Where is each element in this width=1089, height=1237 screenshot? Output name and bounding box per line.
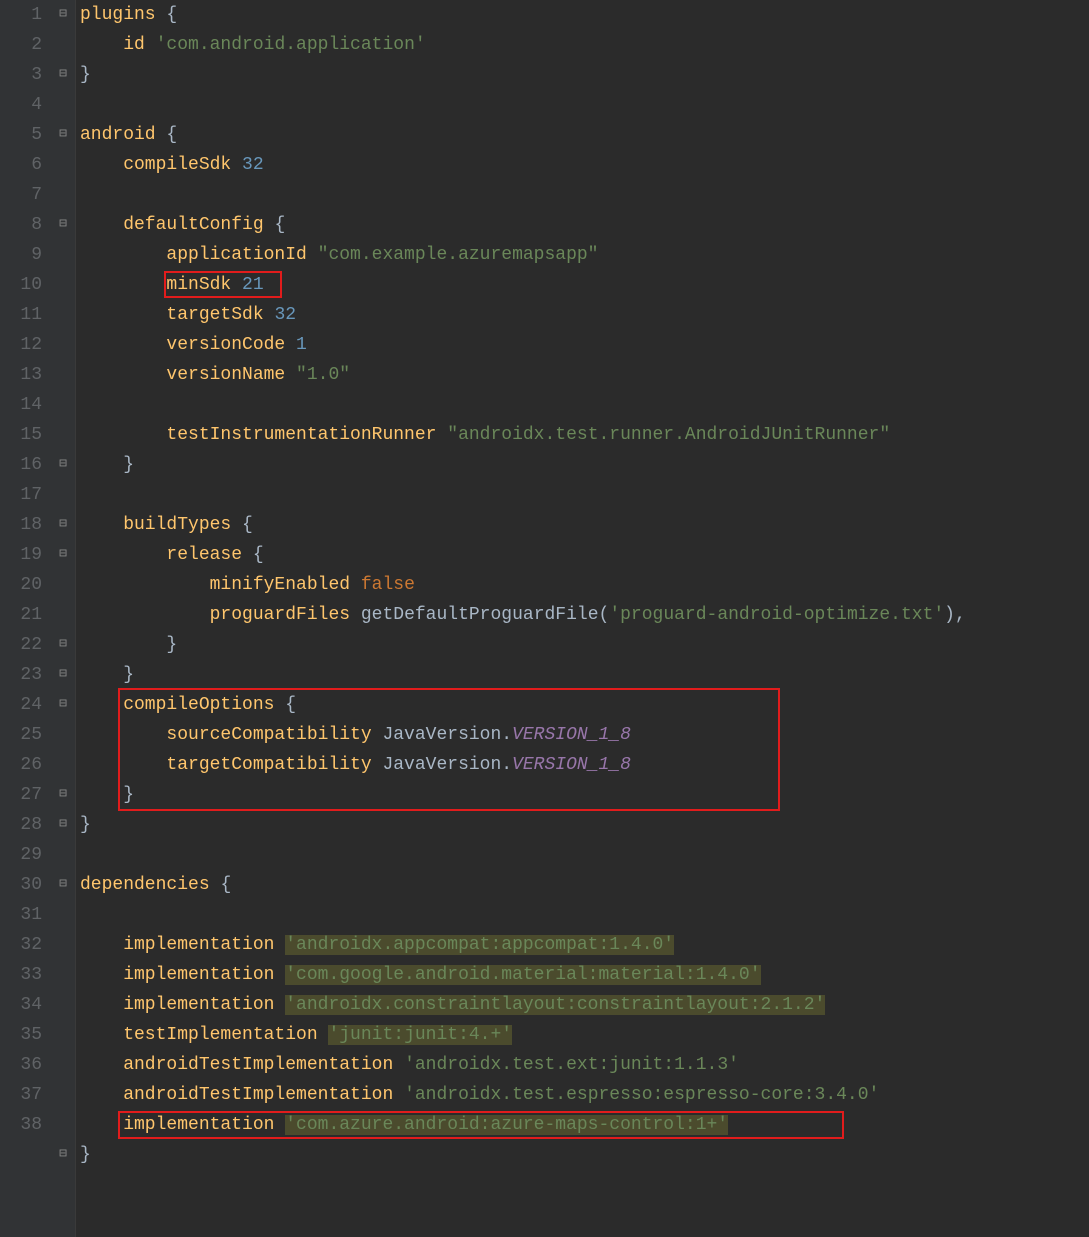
code-line[interactable]: testInstrumentationRunner "androidx.test… bbox=[80, 420, 1089, 450]
line-number: 23 bbox=[0, 660, 42, 690]
line-number: 22 bbox=[0, 630, 42, 660]
line-number: 11 bbox=[0, 300, 42, 330]
fold-gutter: ⊟ ⊟ ⊟ ⊟ ⊟ ⊟ ⊟ ⊟ ⊟ ⊟ ⊟ ⊟ ⊟ ⊟ bbox=[52, 0, 76, 1237]
fold-close-icon[interactable]: ⊟ bbox=[56, 668, 70, 682]
code-line[interactable]: } bbox=[80, 780, 1089, 810]
line-number: 10 bbox=[0, 270, 42, 300]
code-line[interactable]: } bbox=[80, 60, 1089, 90]
code-line[interactable]: release { bbox=[80, 540, 1089, 570]
code-line[interactable]: versionCode 1 bbox=[80, 330, 1089, 360]
fold-open-icon[interactable]: ⊟ bbox=[56, 8, 70, 22]
line-number: 5 bbox=[0, 120, 42, 150]
fold-close-icon[interactable]: ⊟ bbox=[56, 68, 70, 82]
code-line[interactable]: dependencies { bbox=[80, 870, 1089, 900]
code-line[interactable]: id 'com.android.application' bbox=[80, 30, 1089, 60]
code-line[interactable] bbox=[80, 840, 1089, 870]
code-line[interactable]: testImplementation 'junit:junit:4.+' bbox=[80, 1020, 1089, 1050]
code-line[interactable]: androidTestImplementation 'androidx.test… bbox=[80, 1080, 1089, 1110]
fold-close-icon[interactable]: ⊟ bbox=[56, 638, 70, 652]
code-line[interactable]: compileOptions { bbox=[80, 690, 1089, 720]
code-line[interactable]: targetSdk 32 bbox=[80, 300, 1089, 330]
code-line[interactable]: } bbox=[80, 810, 1089, 840]
code-line[interactable]: implementation 'com.google.android.mater… bbox=[80, 960, 1089, 990]
code-line[interactable]: compileSdk 32 bbox=[80, 150, 1089, 180]
line-number: 17 bbox=[0, 480, 42, 510]
line-number: 8 bbox=[0, 210, 42, 240]
code-line[interactable]: buildTypes { bbox=[80, 510, 1089, 540]
line-number: 21 bbox=[0, 600, 42, 630]
line-number: 19 bbox=[0, 540, 42, 570]
code-line[interactable]: } bbox=[80, 450, 1089, 480]
code-line[interactable] bbox=[80, 480, 1089, 510]
line-number: 9 bbox=[0, 240, 42, 270]
line-number: 16 bbox=[0, 450, 42, 480]
code-line[interactable]: targetCompatibility JavaVersion.VERSION_… bbox=[80, 750, 1089, 780]
line-number: 28 bbox=[0, 810, 42, 840]
code-line[interactable]: defaultConfig { bbox=[80, 210, 1089, 240]
fold-open-icon[interactable]: ⊟ bbox=[56, 698, 70, 712]
line-number: 26 bbox=[0, 750, 42, 780]
line-number: 33 bbox=[0, 960, 42, 990]
code-editor[interactable]: 1 2 3 4 5 6 7 8 9 10 11 12 13 14 15 16 1… bbox=[0, 0, 1089, 1237]
line-number: 14 bbox=[0, 390, 42, 420]
line-number: 38 bbox=[0, 1110, 42, 1140]
line-number: 37 bbox=[0, 1080, 42, 1110]
line-number: 15 bbox=[0, 420, 42, 450]
line-number: 32 bbox=[0, 930, 42, 960]
line-number: 6 bbox=[0, 150, 42, 180]
fold-close-icon[interactable]: ⊟ bbox=[56, 788, 70, 802]
code-line[interactable]: proguardFiles getDefaultProguardFile('pr… bbox=[80, 600, 1089, 630]
line-number: 34 bbox=[0, 990, 42, 1020]
line-number bbox=[0, 1140, 42, 1170]
code-line[interactable]: sourceCompatibility JavaVersion.VERSION_… bbox=[80, 720, 1089, 750]
line-number: 35 bbox=[0, 1020, 42, 1050]
fold-close-icon[interactable]: ⊟ bbox=[56, 818, 70, 832]
fold-close-icon[interactable]: ⊟ bbox=[56, 1148, 70, 1162]
fold-open-icon[interactable]: ⊟ bbox=[56, 218, 70, 232]
line-number: 12 bbox=[0, 330, 42, 360]
fold-close-icon[interactable]: ⊟ bbox=[56, 458, 70, 472]
gutter: 1 2 3 4 5 6 7 8 9 10 11 12 13 14 15 16 1… bbox=[0, 0, 52, 1237]
line-number: 7 bbox=[0, 180, 42, 210]
code-line[interactable]: } bbox=[80, 1140, 1089, 1170]
code-line[interactable]: plugins { bbox=[80, 0, 1089, 30]
line-number: 31 bbox=[0, 900, 42, 930]
line-number: 36 bbox=[0, 1050, 42, 1080]
line-number: 24 bbox=[0, 690, 42, 720]
code-line[interactable]: minifyEnabled false bbox=[80, 570, 1089, 600]
line-number: 1 bbox=[0, 0, 42, 30]
code-line[interactable]: implementation 'androidx.constraintlayou… bbox=[80, 990, 1089, 1020]
line-number: 20 bbox=[0, 570, 42, 600]
fold-open-icon[interactable]: ⊟ bbox=[56, 128, 70, 142]
code-line[interactable] bbox=[80, 900, 1089, 930]
fold-open-icon[interactable]: ⊟ bbox=[56, 518, 70, 532]
line-number: 30 bbox=[0, 870, 42, 900]
line-number: 4 bbox=[0, 90, 42, 120]
line-number: 25 bbox=[0, 720, 42, 750]
code-line[interactable]: implementation 'com.azure.android:azure-… bbox=[80, 1110, 1089, 1140]
code-line[interactable]: } bbox=[80, 660, 1089, 690]
line-number: 2 bbox=[0, 30, 42, 60]
code-line[interactable] bbox=[80, 90, 1089, 120]
code-area[interactable]: plugins { id 'com.android.application' }… bbox=[76, 0, 1089, 1237]
code-line[interactable] bbox=[80, 180, 1089, 210]
line-number: 13 bbox=[0, 360, 42, 390]
fold-open-icon[interactable]: ⊟ bbox=[56, 548, 70, 562]
code-line[interactable]: } bbox=[80, 630, 1089, 660]
code-line[interactable]: androidTestImplementation 'androidx.test… bbox=[80, 1050, 1089, 1080]
code-line[interactable]: versionName "1.0" bbox=[80, 360, 1089, 390]
line-number: 29 bbox=[0, 840, 42, 870]
fold-open-icon[interactable]: ⊟ bbox=[56, 878, 70, 892]
code-line[interactable]: minSdk 21 bbox=[80, 270, 1089, 300]
line-number: 27 bbox=[0, 780, 42, 810]
code-line[interactable]: implementation 'androidx.appcompat:appco… bbox=[80, 930, 1089, 960]
code-line[interactable]: android { bbox=[80, 120, 1089, 150]
code-line[interactable] bbox=[80, 390, 1089, 420]
line-number: 3 bbox=[0, 60, 42, 90]
code-line[interactable]: applicationId "com.example.azuremapsapp" bbox=[80, 240, 1089, 270]
line-number: 18 bbox=[0, 510, 42, 540]
